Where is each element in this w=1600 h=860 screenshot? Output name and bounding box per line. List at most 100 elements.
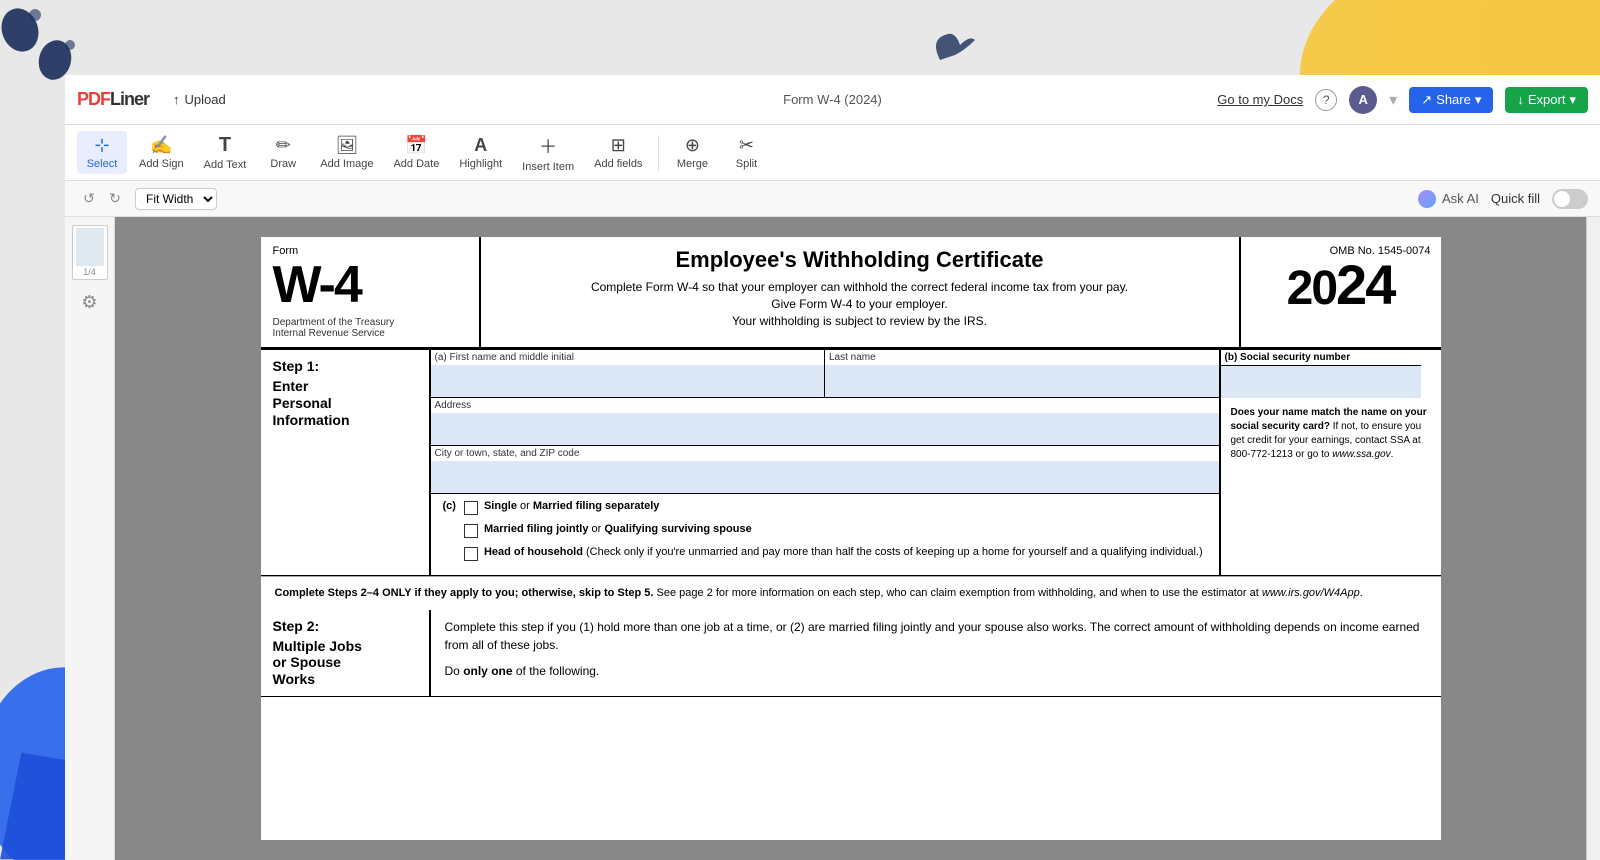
go-to-docs-button[interactable]: Go to my Docs: [1217, 92, 1303, 107]
tool-add-fields-button[interactable]: ⊞ Add fields: [586, 131, 650, 174]
step1-right-col: (b) Social security number Does your nam…: [1221, 350, 1441, 575]
field-c-label: (c): [443, 500, 456, 565]
undo-button[interactable]: ↺: [77, 187, 101, 211]
ssn-label: (b) Social security number: [1221, 350, 1421, 366]
tool-add-image-label: Add Image: [320, 158, 373, 170]
export-button[interactable]: ↓ Export ▾: [1505, 87, 1588, 113]
select-icon: ⊹: [94, 135, 109, 156]
checkbox-item-2: Married filing jointly or Qualifying sur…: [464, 523, 1203, 538]
last-name-cell: Last name: [825, 350, 1219, 397]
tool-add-date-label: Add Date: [393, 158, 439, 170]
export-icon: ↓: [1517, 92, 1524, 107]
tool-add-text-button[interactable]: T Add Text: [196, 130, 255, 175]
toolbar-separator: [658, 135, 659, 171]
form-header-left: Form W-4 Department of the TreasuryInter…: [261, 237, 481, 347]
form-header-center: Employee's Withholding Certificate Compl…: [481, 237, 1241, 347]
form-number: W-4: [273, 259, 467, 311]
step2-para1: Complete this step if you (1) hold more …: [445, 618, 1427, 654]
field-b-label: (b) Social security number: [1225, 352, 1351, 363]
insert-item-icon: ＋: [539, 133, 557, 159]
ask-ai-button[interactable]: Ask AI: [1418, 190, 1479, 208]
top-bar: PDFLiner ↑ Upload Form W-4 (2024) Go to …: [65, 75, 1600, 125]
settings-button[interactable]: ⚙: [76, 288, 104, 316]
upload-icon: ↑: [173, 92, 180, 107]
checkbox-c-row: (c) Single or Married filing separately …: [443, 500, 1207, 565]
subtitle-line1: Complete Form W-4 so that your employer …: [591, 280, 1128, 294]
tool-select-button[interactable]: ⊹ Select: [77, 131, 127, 174]
form-main-title: Employee's Withholding Certificate: [501, 247, 1219, 273]
address-row: Address: [431, 398, 1219, 446]
step2-para2: Do only one of the following.: [445, 662, 1427, 680]
checkbox-item-1: Single or Married filing separately: [464, 500, 1203, 515]
share-label: Share: [1436, 92, 1471, 107]
export-dropdown-icon: ▾: [1569, 92, 1576, 108]
merge-icon: ⊕: [685, 135, 700, 156]
bird-decoration: [920, 20, 980, 80]
tool-add-image-button[interactable]: 🖼 Add Image: [312, 131, 381, 174]
checkbox3-text: Head of household (Check only if you're …: [484, 546, 1203, 558]
add-image-icon: 🖼: [335, 135, 358, 156]
page-thumbnail-1[interactable]: 1/4: [72, 225, 108, 280]
address-label: Address: [431, 398, 1219, 413]
add-fields-icon: ⊞: [611, 135, 626, 156]
checkbox-married-jointly[interactable]: [464, 524, 478, 538]
subtitle-line3: Your withholding is subject to review by…: [732, 314, 987, 328]
export-label: Export: [1528, 92, 1566, 107]
first-name-input[interactable]: [431, 365, 825, 397]
checkbox1-text: Single or Married filing separately: [484, 500, 659, 512]
scrollbar[interactable]: [1586, 217, 1600, 860]
city-label: City or town, state, and ZIP code: [431, 446, 1219, 461]
split-icon: ✂: [739, 135, 754, 156]
quick-fill-label: Quick fill: [1491, 191, 1540, 206]
document-area[interactable]: Form W-4 Department of the TreasuryInter…: [115, 217, 1586, 860]
app-container: PDFLiner ↑ Upload Form W-4 (2024) Go to …: [65, 75, 1600, 860]
tool-draw-label: Draw: [270, 158, 296, 170]
share-dropdown-icon: ▾: [1475, 92, 1482, 108]
tool-split-label: Split: [736, 158, 757, 170]
step2-title: Multiple Jobsor SpouseWorks: [273, 638, 417, 688]
last-name-label: Last name: [825, 350, 1219, 365]
tool-insert-item-button[interactable]: ＋ Insert Item: [514, 129, 582, 177]
tool-select-label: Select: [87, 158, 118, 170]
share-button[interactable]: ↗ Share ▾: [1409, 87, 1493, 113]
tool-add-date-button[interactable]: 📅 Add Date: [385, 131, 447, 174]
city-row: City or town, state, and ZIP code: [431, 446, 1219, 494]
step2-label: Step 2: Multiple Jobsor SpouseWorks: [261, 610, 431, 696]
left-sidebar: 1/4 ⚙: [65, 217, 115, 860]
draw-icon: ✏: [276, 135, 291, 156]
tool-highlight-button[interactable]: A Highlight: [451, 131, 510, 174]
upload-button[interactable]: ↑ Upload: [165, 88, 234, 111]
tool-draw-button[interactable]: ✏ Draw: [258, 131, 308, 174]
first-name-label: (a) First name and middle initial: [431, 350, 825, 365]
step1-title: EnterPersonalInformation: [273, 378, 417, 428]
address-input[interactable]: [431, 413, 1219, 445]
avatar-button[interactable]: A: [1349, 86, 1377, 114]
page-indicator: 1/4: [83, 267, 96, 277]
checkboxes-section: (c) Single or Married filing separately …: [431, 494, 1219, 575]
form-header: Form W-4 Department of the TreasuryInter…: [261, 237, 1441, 350]
step2-section: Step 2: Multiple Jobsor SpouseWorks Comp…: [261, 610, 1441, 697]
tool-add-sign-label: Add Sign: [139, 158, 184, 170]
page-thumb-image: [76, 228, 104, 266]
w4-form: Form W-4 Department of the TreasuryInter…: [261, 237, 1441, 840]
redo-button[interactable]: ↻: [103, 187, 127, 211]
fit-width-select[interactable]: Fit Width: [135, 188, 217, 210]
step2-content: Complete this step if you (1) hold more …: [431, 610, 1441, 696]
quick-fill-toggle[interactable]: [1552, 189, 1588, 209]
tool-add-text-label: Add Text: [204, 159, 247, 171]
help-button[interactable]: ?: [1315, 89, 1337, 111]
dropdown-arrow: ▾: [1389, 90, 1397, 110]
checkbox-single[interactable]: [464, 501, 478, 515]
tool-split-button[interactable]: ✂ Split: [721, 131, 771, 174]
tool-merge-button[interactable]: ⊕ Merge: [667, 131, 717, 174]
checkbox-hoh[interactable]: [464, 547, 478, 561]
first-name-cell: (a) First name and middle initial: [431, 350, 826, 397]
tool-insert-item-label: Insert Item: [522, 161, 574, 173]
tool-add-sign-button[interactable]: ✍ Add Sign: [131, 131, 192, 174]
checkbox-list: Single or Married filing separately Marr…: [464, 500, 1203, 565]
ssn-input[interactable]: [1221, 366, 1421, 398]
city-input[interactable]: [431, 461, 1219, 493]
step1-fields: (a) First name and middle initial Last n…: [431, 350, 1221, 575]
last-name-input[interactable]: [825, 365, 1219, 397]
add-sign-icon: ✍: [150, 135, 172, 156]
